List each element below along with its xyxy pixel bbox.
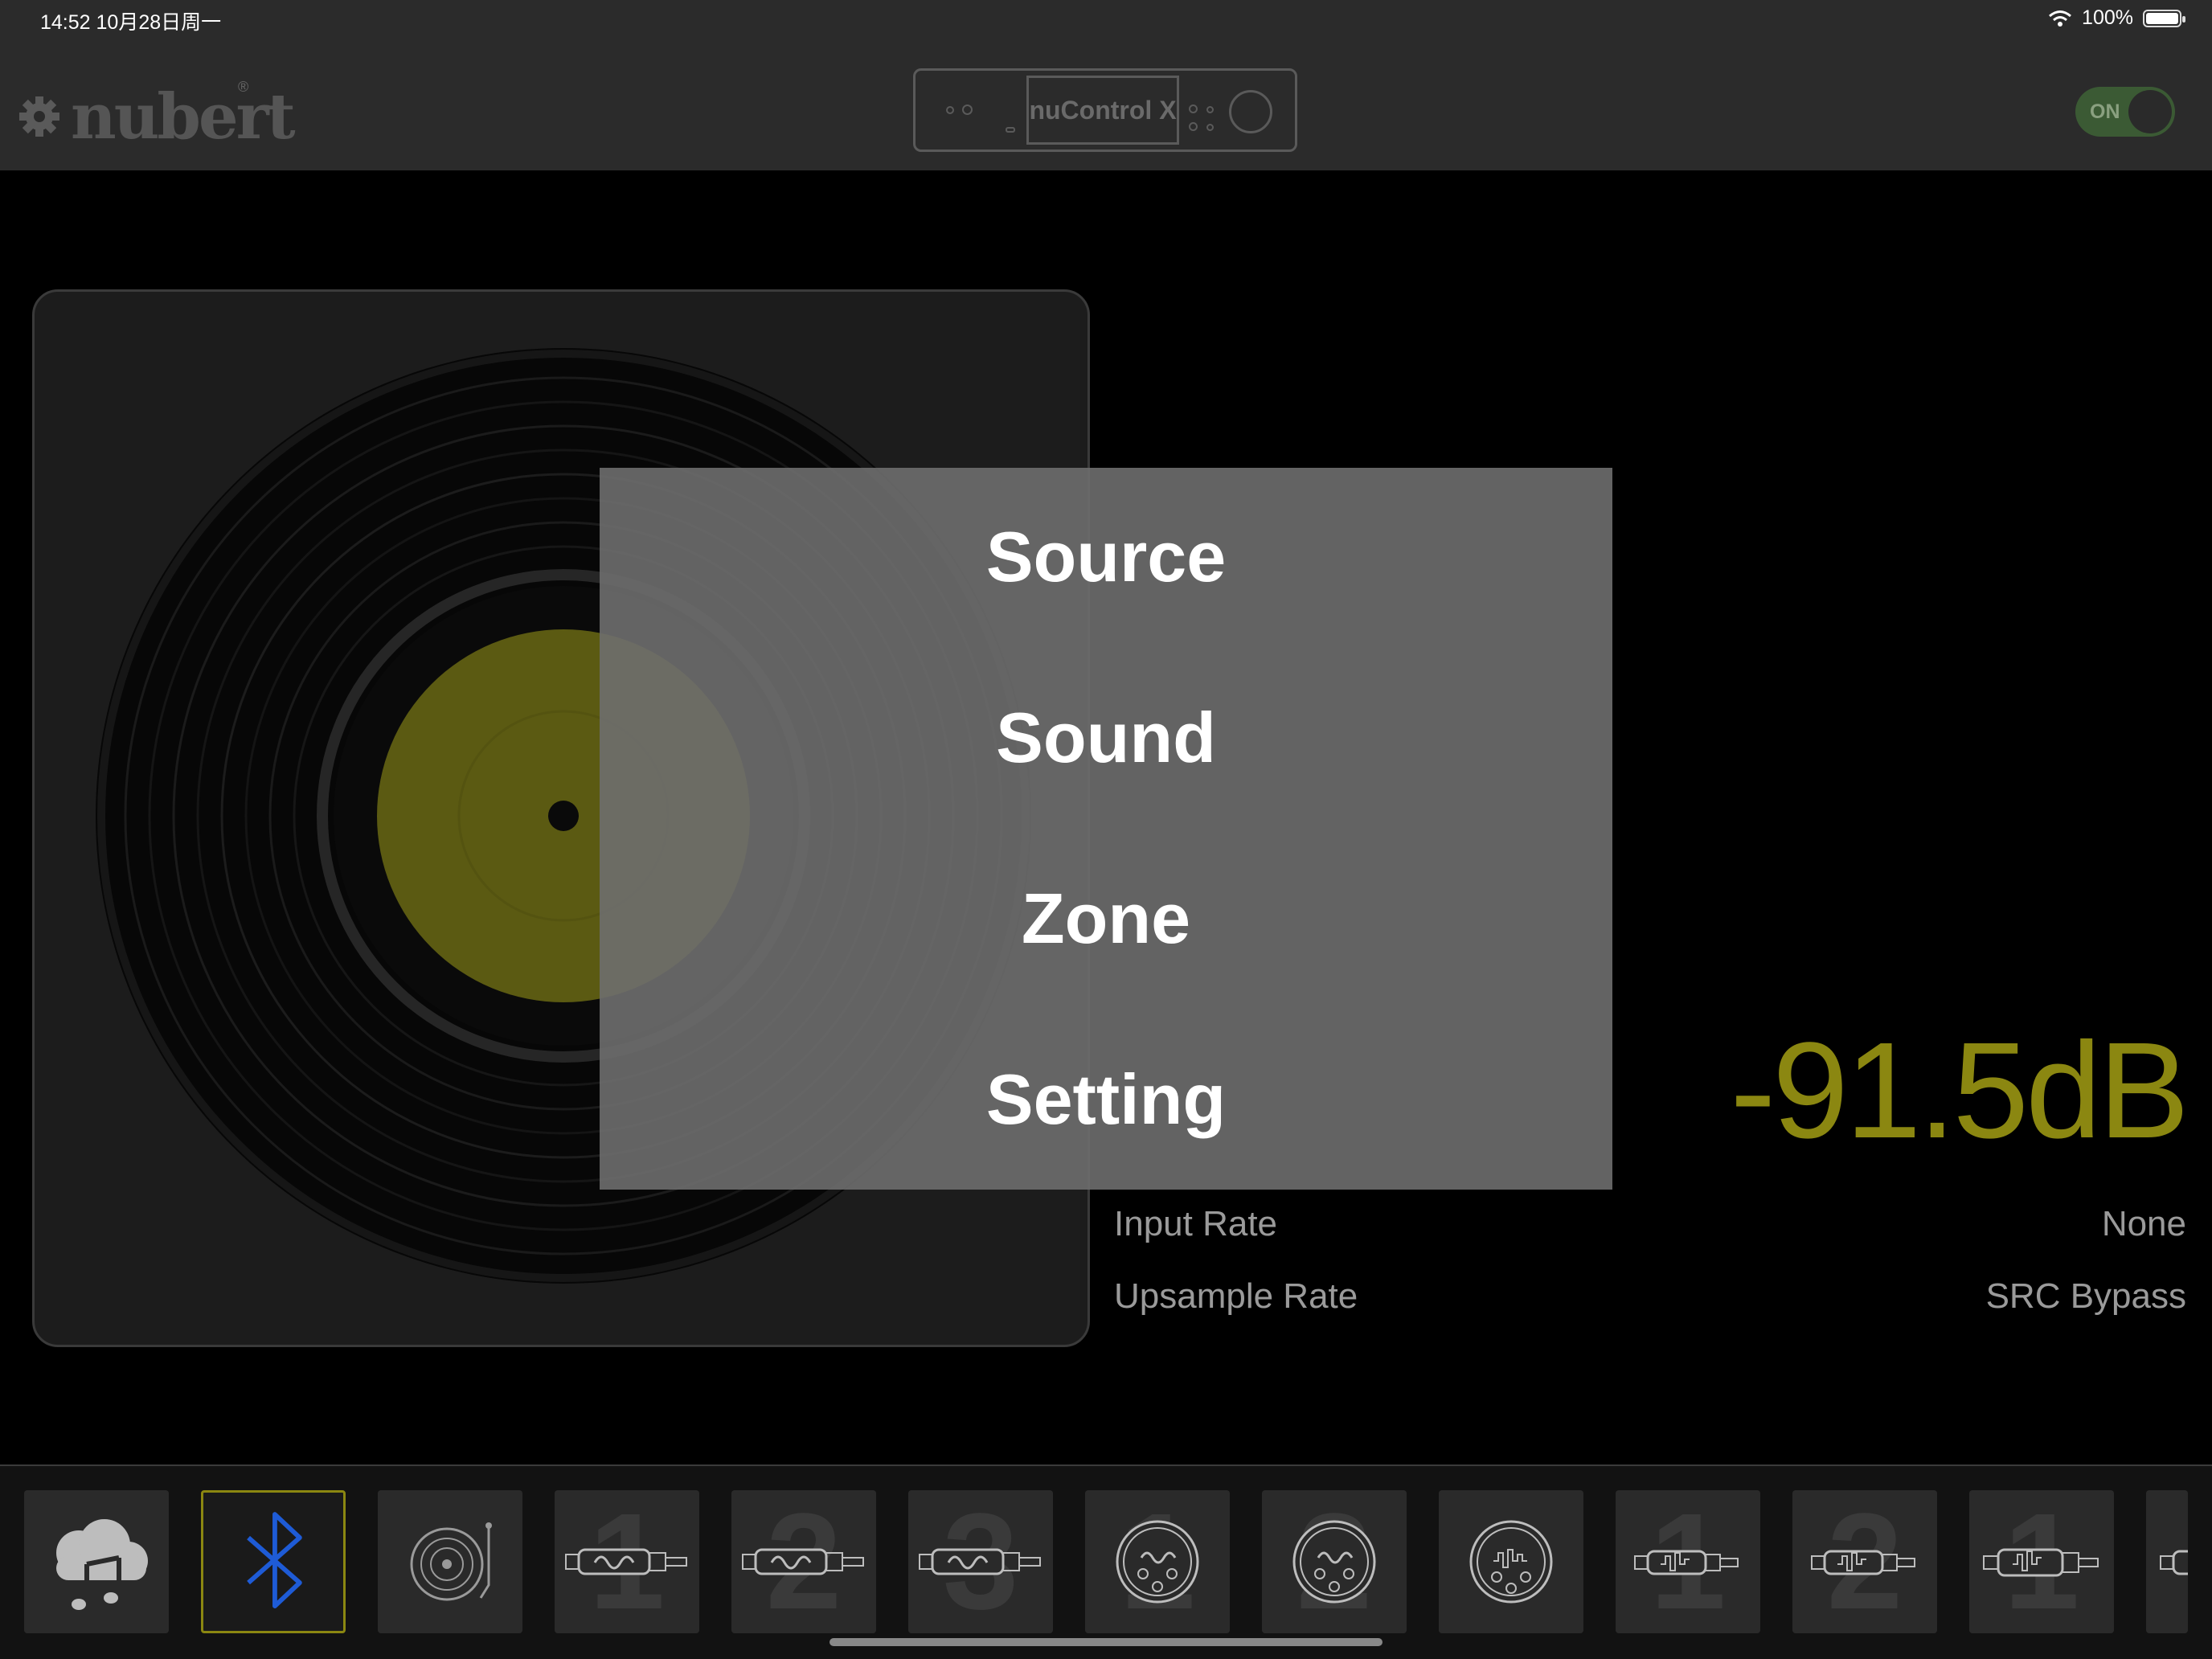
bluetooth-icon xyxy=(247,1512,302,1608)
indicator-dot xyxy=(1006,127,1015,133)
rca-analog-icon xyxy=(565,1548,687,1575)
battery-icon xyxy=(2143,9,2185,27)
source-digital-coax-1[interactable]: 1 xyxy=(1616,1490,1760,1633)
source-bluetooth[interactable] xyxy=(201,1490,346,1633)
source-analog-xlr-1[interactable]: 1 xyxy=(1085,1490,1230,1633)
source-digital-coax-2[interactable]: 2 xyxy=(1792,1490,1937,1633)
main-menu: Source Sound Zone Setting xyxy=(600,468,1612,1190)
device-name: nuControl X xyxy=(1026,76,1179,145)
indicator-dot xyxy=(946,106,954,114)
upsample-rate-value: SRC Bypass xyxy=(1985,1276,2186,1316)
indicator-dot xyxy=(1189,104,1198,113)
menu-item-source[interactable]: Source xyxy=(600,516,1612,598)
turntable-icon xyxy=(410,1522,492,1601)
rca-analog-icon xyxy=(919,1548,1041,1575)
indicator-dot xyxy=(1189,122,1198,131)
source-analog-xlr-2[interactable]: 2 xyxy=(1262,1490,1407,1633)
status-time: 14:52 10月28日周一 xyxy=(40,11,222,34)
xlr-analog-icon xyxy=(1292,1520,1376,1604)
power-toggle-label: ON xyxy=(2090,100,2120,123)
indicator-dot xyxy=(1206,106,1214,113)
optical-digital-icon xyxy=(1983,1548,2099,1577)
more-sources-icon xyxy=(2160,1550,2188,1575)
toggle-knob xyxy=(2128,90,2172,133)
source-phono[interactable] xyxy=(378,1490,522,1633)
nubert-logo: nubert xyxy=(71,80,296,154)
coax-digital-icon xyxy=(1811,1550,1915,1575)
input-rate-value: None xyxy=(2101,1204,2186,1243)
battery-percent: 100% xyxy=(2082,6,2133,29)
source-analog-rca-1[interactable]: 1 xyxy=(555,1490,699,1633)
source-analog-rca-3[interactable]: 3 xyxy=(908,1490,1053,1633)
cloud-music-icon xyxy=(56,1519,148,1612)
menu-item-zone[interactable]: Zone xyxy=(600,878,1612,960)
rca-analog-icon xyxy=(742,1548,864,1575)
xlr-analog-icon xyxy=(1116,1520,1199,1604)
settings-gear-icon[interactable] xyxy=(18,95,61,138)
wifi-icon xyxy=(2049,10,2072,27)
menu-item-sound[interactable]: Sound xyxy=(600,697,1612,779)
xlr-digital-icon xyxy=(1469,1520,1553,1604)
status-indicators: 100% xyxy=(2048,6,2185,30)
volume-readout: -91.5dB xyxy=(1730,1014,2189,1167)
input-rate-label: Input Rate xyxy=(1114,1204,1278,1243)
volume-knob-icon xyxy=(1229,90,1272,133)
coax-digital-icon xyxy=(1634,1550,1739,1575)
power-toggle[interactable]: ON xyxy=(2075,87,2175,137)
source-digital-optical-1[interactable]: 1 xyxy=(1969,1490,2114,1633)
upsample-rate-label: Upsample Rate xyxy=(1114,1276,1358,1316)
device-selector[interactable]: nuControl X xyxy=(913,68,1297,152)
source-more[interactable] xyxy=(2146,1490,2188,1633)
indicator-dot xyxy=(1206,124,1214,131)
menu-item-setting[interactable]: Setting xyxy=(600,1059,1612,1141)
registered-mark: ® xyxy=(238,79,249,95)
source-digital-xlr[interactable] xyxy=(1439,1490,1583,1633)
source-streaming[interactable] xyxy=(24,1490,169,1633)
indicator-dot xyxy=(962,104,973,115)
home-indicator xyxy=(830,1638,1382,1646)
top-bar: 14:52 10月28日周一 100% nubert ® nuControl X xyxy=(0,0,2212,170)
source-analog-rca-2[interactable]: 2 xyxy=(731,1490,876,1633)
